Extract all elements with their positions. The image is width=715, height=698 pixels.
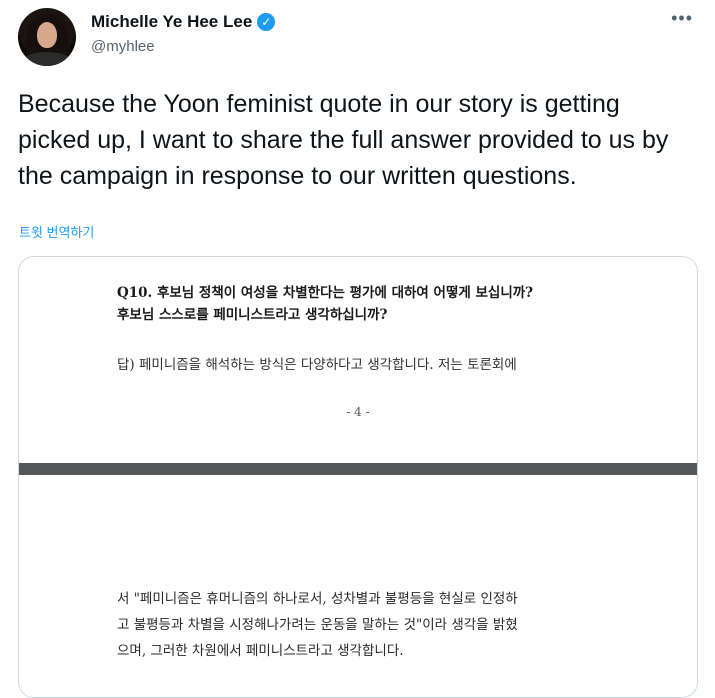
answer-line: 서 "페미니즘은 휴머니즘의 하나로서, 성차별과 불평등을 현실로 인정하 <box>117 591 518 607</box>
page-number: - 4 - <box>346 405 370 419</box>
translate-tweet-link[interactable]: 트윗 번역하기 <box>19 222 94 241</box>
avatar-shoulders <box>22 52 72 66</box>
tweet-header: Michelle Ye Hee Lee ✓ @myhlee ••• <box>0 0 715 80</box>
answer-line: 고 불평등과 차별을 시정해나가려는 운동을 말하는 것"이라 생각을 밝혔 <box>117 617 518 633</box>
page-divider <box>19 463 697 475</box>
answer-line: 으며, 그러한 차원에서 페미니스트라고 생각합니다. <box>117 643 404 659</box>
more-options-icon[interactable]: ••• <box>671 8 693 28</box>
author-name-row[interactable]: Michelle Ye Hee Lee ✓ <box>91 12 276 32</box>
author-handle[interactable]: @myhlee <box>91 38 155 55</box>
display-name[interactable]: Michelle Ye Hee Lee <box>91 12 252 32</box>
tweet-text: Because the Yoon feminist quote in our s… <box>18 90 669 190</box>
document-page-top: Q10. 후보님 정책이 여성을 차별한다는 평가에 대하여 어떻게 보십니까?… <box>19 257 697 463</box>
verified-badge-icon: ✓ <box>257 13 276 31</box>
question-line: 후보님 스스로를 페미니스트라고 생각하십니까? <box>117 307 388 323</box>
tweet-media-image[interactable]: Q10. 후보님 정책이 여성을 차별한다는 평가에 대하여 어떻게 보십니까?… <box>18 256 698 698</box>
answer-line: 답) 페미니즘을 해석하는 방식은 다양하다고 생각합니다. 저는 토론회에 <box>117 357 517 373</box>
question-line: Q10. 후보님 정책이 여성을 차별한다는 평가에 대하여 어떻게 보십니까? <box>117 285 534 301</box>
avatar[interactable] <box>18 8 76 66</box>
avatar-face <box>37 22 57 48</box>
document-page-bottom: 서 "페미니즘은 휴머니즘의 하나로서, 성차별과 불평등을 현실로 인정하 고… <box>19 475 697 697</box>
